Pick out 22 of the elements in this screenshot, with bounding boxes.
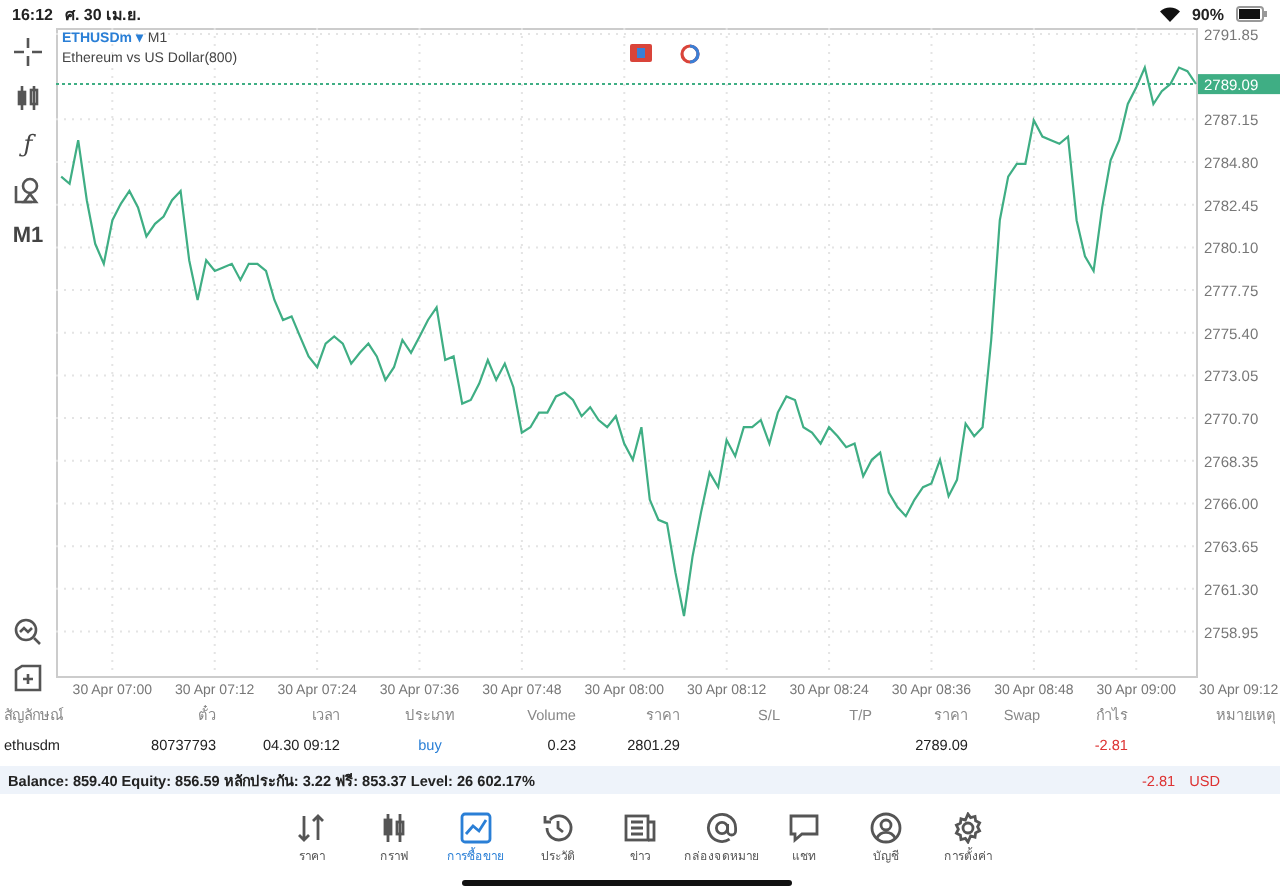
battery-percent: 90% xyxy=(1191,5,1224,23)
newspaper-icon xyxy=(624,812,656,844)
shapes-icon[interactable] xyxy=(14,175,42,203)
line-chart-icon xyxy=(460,812,492,844)
battery-icon xyxy=(1236,6,1268,22)
date: ศ. 30 เม.ย. xyxy=(64,3,141,27)
crosshair-icon[interactable] xyxy=(14,37,42,65)
at-sign-icon xyxy=(706,812,738,844)
timeframe-button[interactable]: M1 xyxy=(12,223,44,247)
function-button[interactable]: ƒ xyxy=(23,129,33,157)
candlestick-icon xyxy=(378,812,410,844)
chat-bubble-icon xyxy=(788,812,820,844)
timer-icon[interactable] xyxy=(680,44,700,64)
settings-icon xyxy=(952,812,984,844)
wifi-icon xyxy=(1159,6,1180,22)
clock: 16:12 xyxy=(12,5,53,23)
candlestick-icon[interactable] xyxy=(14,83,42,111)
zoom-icon[interactable] xyxy=(14,617,42,645)
history-icon xyxy=(542,812,574,844)
add-window-icon[interactable] xyxy=(14,663,42,691)
arrows-icon xyxy=(296,812,328,844)
person-icon xyxy=(870,812,902,844)
